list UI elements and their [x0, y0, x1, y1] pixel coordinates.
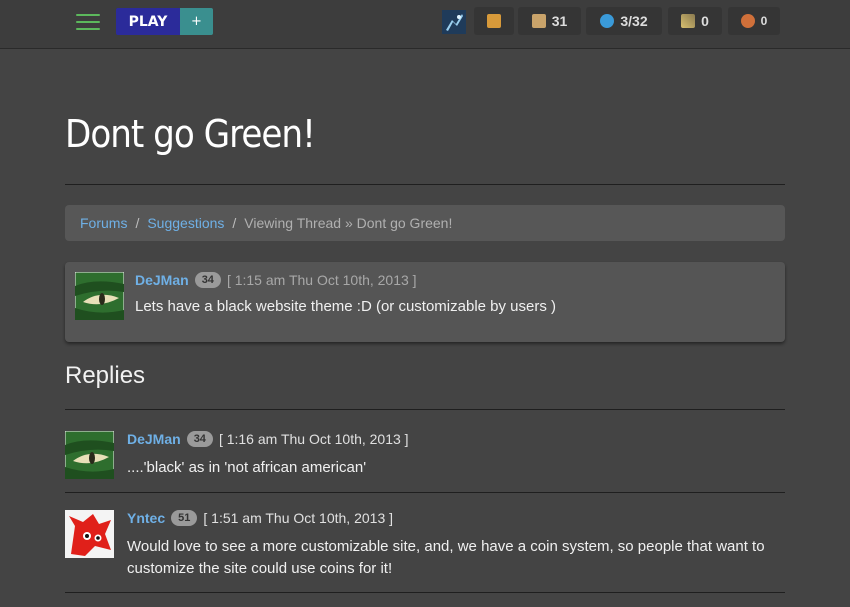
- original-post: DeJMan 34 [ 1:15 am Thu Oct 10th, 2013 ]…: [65, 262, 785, 342]
- avatar[interactable]: [64, 430, 115, 480]
- key-icon: [740, 14, 755, 28]
- breadcrumb-current: Viewing Thread » Dont go Green!: [244, 215, 453, 231]
- user-avatar[interactable]: [442, 10, 466, 34]
- page-title: Dont go Green!: [65, 112, 316, 156]
- reply-divider: [65, 592, 785, 593]
- post-username[interactable]: DeJMan: [135, 272, 189, 288]
- breadcrumb: Forums / Suggestions / Viewing Thread » …: [65, 205, 785, 241]
- reply-item: DeJMan 34 [ 1:16 am Thu Oct 10th, 2013 ]…: [64, 430, 785, 481]
- chest-stat[interactable]: 31: [518, 7, 581, 35]
- reply-item: Yntec 51 [ 1:51 am Thu Oct 10th, 2013 ] …: [65, 510, 785, 580]
- key-count: 0: [760, 14, 768, 28]
- level-badge: 34: [194, 272, 221, 288]
- replies-heading: Replies: [65, 362, 146, 389]
- title-divider: [65, 184, 785, 185]
- reply-header: DeJMan 34 [ 1:16 am Thu Oct 10th, 2013 ]: [127, 431, 409, 447]
- reply-username[interactable]: Yntec: [127, 510, 165, 526]
- post-header: DeJMan 34 [ 1:15 am Thu Oct 10th, 2013 ]: [135, 272, 417, 288]
- avatar[interactable]: [65, 510, 114, 558]
- breadcrumb-forums-link[interactable]: Forums: [80, 215, 127, 231]
- reply-header: Yntec 51 [ 1:51 am Thu Oct 10th, 2013 ]: [127, 510, 393, 526]
- play-button[interactable]: PLAY: [116, 8, 180, 35]
- breadcrumb-suggestions-link[interactable]: Suggestions: [147, 215, 224, 231]
- replies-divider: [65, 409, 785, 410]
- post-timestamp: [ 1:15 am Thu Oct 10th, 2013 ]: [226, 272, 417, 288]
- box-icon: [487, 14, 501, 28]
- post-body: Lets have a black website theme :D (or c…: [135, 298, 557, 315]
- globe-count: 3/32: [620, 13, 648, 29]
- medal-stat[interactable]: 0: [668, 7, 722, 35]
- breadcrumb-separator: /: [135, 215, 140, 231]
- hamburger-icon[interactable]: [76, 14, 100, 32]
- box-stat[interactable]: [474, 7, 514, 35]
- globe-stat[interactable]: 3/32: [586, 7, 662, 35]
- medal-count: 0: [701, 13, 709, 29]
- chest-icon: [531, 14, 546, 28]
- reply-timestamp: [ 1:16 am Thu Oct 10th, 2013 ]: [218, 431, 409, 447]
- key-stat[interactable]: 0: [728, 7, 780, 35]
- reply-username[interactable]: DeJMan: [127, 431, 181, 447]
- breadcrumb-separator: /: [232, 215, 237, 231]
- reply-timestamp: [ 1:51 am Thu Oct 10th, 2013 ]: [203, 510, 394, 526]
- reply-divider: [65, 492, 785, 493]
- avatar[interactable]: [74, 271, 125, 321]
- add-button[interactable]: +: [180, 8, 213, 35]
- level-badge: 34: [186, 431, 213, 447]
- top-bar: PLAY + 31 3/32 0 0: [0, 0, 850, 49]
- reply-body: ....'black' as in 'not african american': [127, 459, 367, 476]
- reply-body: Would love to see a more customizable si…: [127, 538, 765, 577]
- level-badge: 51: [171, 510, 198, 526]
- globe-icon: [600, 14, 615, 28]
- chest-count: 31: [551, 13, 568, 29]
- medal-icon: [681, 14, 696, 28]
